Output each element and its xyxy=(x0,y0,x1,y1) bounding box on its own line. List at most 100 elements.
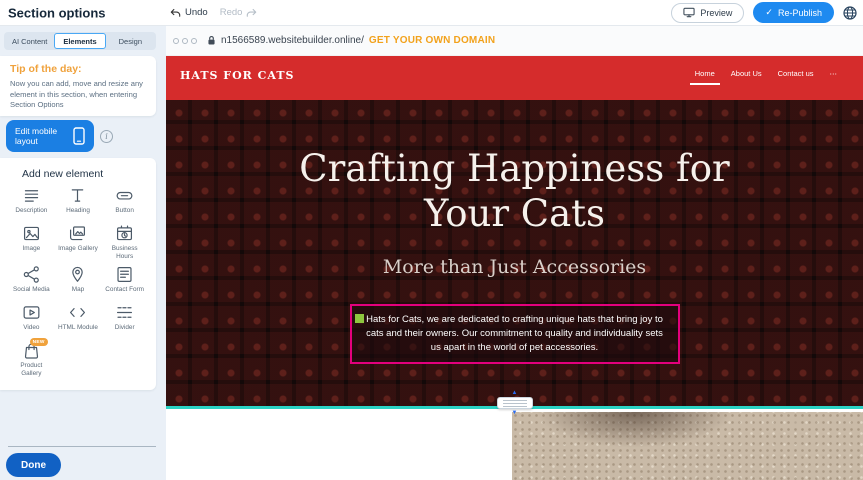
nav-item-home[interactable]: Home xyxy=(695,65,715,85)
contact-form-icon xyxy=(115,265,134,284)
new-badge: NEW xyxy=(30,338,48,346)
site-header[interactable]: HATS FOR CATS Home About Us Contact us ⋯ xyxy=(166,56,863,100)
globe-icon xyxy=(843,6,857,20)
preview-button[interactable]: Preview xyxy=(671,3,744,23)
preview-label: Preview xyxy=(700,8,732,18)
add-element-grid: Description Heading Button Image Image G… xyxy=(8,186,148,378)
lock-icon xyxy=(207,35,216,46)
arrow-down-icon: ▼ xyxy=(512,410,518,416)
add-element-label: Description xyxy=(15,207,47,215)
done-button[interactable]: Done xyxy=(6,453,61,477)
sidebar-tabs: AI Content Elements Design xyxy=(4,32,156,50)
sidebar: AI Content Elements Design Tip of the da… xyxy=(0,26,166,480)
selection-handle[interactable] xyxy=(355,314,364,323)
image-icon xyxy=(22,224,41,243)
add-element-heading[interactable]: Heading xyxy=(55,186,102,219)
mock-browser-bar: n1566589.websitebuilder.online/ GET YOUR… xyxy=(166,26,863,56)
site-logo[interactable]: HATS FOR CATS xyxy=(180,69,294,82)
hero-section[interactable]: Crafting Happiness for Your Cats More th… xyxy=(166,100,863,406)
add-element-product-gallery[interactable]: NEW Product Gallery xyxy=(8,341,55,377)
republish-label: Re-Publish xyxy=(778,8,822,18)
phone-icon xyxy=(73,127,85,145)
add-element-image[interactable]: Image xyxy=(8,224,55,260)
map-icon xyxy=(68,265,87,284)
redo-icon xyxy=(246,8,257,18)
sidebar-divider xyxy=(8,446,156,447)
add-element-button[interactable]: Button xyxy=(101,186,148,219)
history-controls: Undo Redo xyxy=(170,0,257,25)
republish-button[interactable]: ✓ Re-Publish xyxy=(753,2,834,23)
business-hours-icon xyxy=(115,224,134,243)
topbar-actions: Preview ✓ Re-Publish xyxy=(671,0,857,25)
next-section-photo xyxy=(512,412,863,480)
site-url: n1566589.websitebuilder.online/ xyxy=(221,35,364,46)
html-module-icon xyxy=(68,303,87,322)
add-element-html-module[interactable]: HTML Module xyxy=(55,303,102,336)
app-window: Section options Undo Redo Preview ✓ Re-P… xyxy=(0,0,863,480)
nav-more-icon[interactable]: ⋯ xyxy=(830,65,838,85)
hero-paragraph-selected[interactable]: Hats for Cats, we are dedicated to craft… xyxy=(350,304,680,363)
heading-icon xyxy=(68,186,87,205)
add-element-label: Contact Form xyxy=(105,286,144,294)
window-dot-icon xyxy=(191,38,197,44)
add-element-label: Button xyxy=(115,207,133,215)
undo-icon xyxy=(170,8,181,18)
tip-body: Now you can add, move and resize any ele… xyxy=(10,79,150,111)
site-canvas: n1566589.websitebuilder.online/ GET YOUR… xyxy=(166,26,863,480)
button-icon xyxy=(115,186,134,205)
social-media-icon xyxy=(22,265,41,284)
language-globe-button[interactable] xyxy=(843,6,857,20)
description-icon xyxy=(22,186,41,205)
add-element-video[interactable]: Video xyxy=(8,303,55,336)
monitor-icon xyxy=(683,7,695,18)
add-element-image-gallery[interactable]: Image Gallery xyxy=(55,224,102,260)
nav-item-about-us[interactable]: About Us xyxy=(731,65,762,85)
drag-grip xyxy=(497,397,533,409)
tip-of-the-day-card: Tip of the day: Now you can add, move an… xyxy=(0,56,156,116)
add-element-label: Heading xyxy=(66,207,90,215)
hero-paragraph-text: Hats for Cats, we are dedicated to craft… xyxy=(366,314,663,353)
tab-design[interactable]: Design xyxy=(106,33,155,49)
edit-mobile-layout-label: Edit mobile layout xyxy=(15,126,66,146)
add-element-divider[interactable]: Divider xyxy=(101,303,148,336)
add-element-label: Divider xyxy=(115,324,135,332)
add-element-label: Image xyxy=(22,245,40,253)
add-element-label: Product Gallery xyxy=(9,362,53,377)
add-element-label: HTML Module xyxy=(58,324,98,332)
add-element-label: Video xyxy=(23,324,39,332)
video-icon xyxy=(22,303,41,322)
tip-title: Tip of the day: xyxy=(10,63,82,75)
nav-item-contact-us[interactable]: Contact us xyxy=(778,65,814,85)
add-element-business-hours[interactable]: Business Hours xyxy=(101,224,148,260)
site-nav: Home About Us Contact us ⋯ xyxy=(695,65,837,85)
add-element-description[interactable]: Description xyxy=(8,186,55,219)
hero-subheading[interactable]: More than Just Accessories xyxy=(166,256,863,278)
undo-button[interactable]: Undo xyxy=(170,7,208,18)
add-element-label: Social Media xyxy=(13,286,50,294)
window-dot-icon xyxy=(173,38,179,44)
add-element-label: Business Hours xyxy=(103,245,147,260)
tab-ai-content[interactable]: AI Content xyxy=(5,33,54,49)
add-element-label: Map xyxy=(72,286,84,294)
section-resize-handle[interactable]: ▲ ▼ xyxy=(497,390,533,416)
info-icon[interactable]: i xyxy=(100,130,113,143)
add-element-contact-form[interactable]: Contact Form xyxy=(101,265,148,298)
add-element-social-media[interactable]: Social Media xyxy=(8,265,55,298)
add-element-label: Image Gallery xyxy=(58,245,98,253)
window-dot-icon xyxy=(182,38,188,44)
image-gallery-icon xyxy=(68,224,87,243)
undo-label: Undo xyxy=(185,7,208,18)
arrow-up-icon: ▲ xyxy=(512,390,518,396)
check-icon: ✓ xyxy=(765,7,773,18)
add-element-map[interactable]: Map xyxy=(55,265,102,298)
edit-mobile-layout-button[interactable]: Edit mobile layout xyxy=(6,120,94,152)
tab-elements[interactable]: Elements xyxy=(54,33,105,49)
topbar: Section options Undo Redo Preview ✓ Re-P… xyxy=(0,0,863,26)
add-element-title: Add new element xyxy=(22,168,103,180)
divider-icon xyxy=(115,303,134,322)
redo-label: Redo xyxy=(220,7,243,18)
get-own-domain-link[interactable]: GET YOUR OWN DOMAIN xyxy=(369,35,495,46)
hero-heading[interactable]: Crafting Happiness for Your Cats xyxy=(285,146,745,236)
redo-button[interactable]: Redo xyxy=(220,7,258,18)
add-element-panel: Add new element Description Heading Butt… xyxy=(0,158,156,390)
